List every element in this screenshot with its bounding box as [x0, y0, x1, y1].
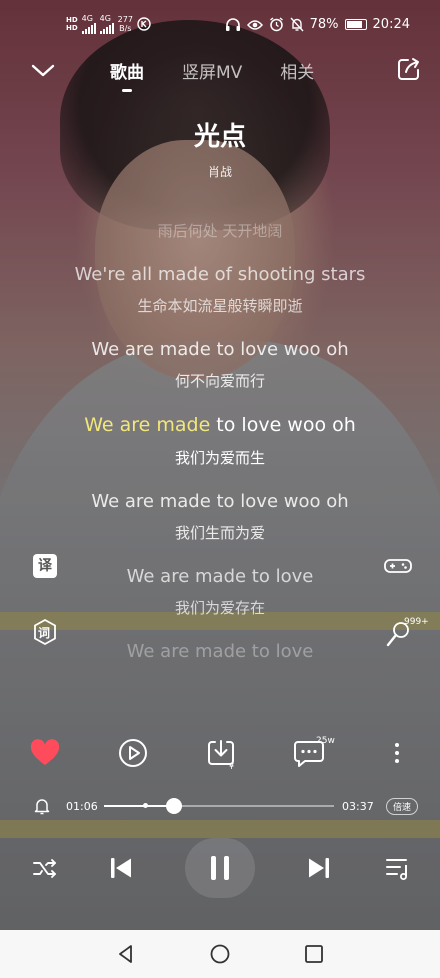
shuffle-icon[interactable]: [32, 855, 58, 881]
network-type: 4G: [81, 14, 93, 23]
tab-related[interactable]: 相关: [280, 58, 314, 83]
lyric-line: We are made to love woo oh: [91, 491, 349, 512]
lyric-translation: 我们为爱存在: [174, 599, 265, 617]
player-screen: HD HD 4G 4G 277 B/s 78% 20:24 歌曲 竖屏MV 相关…: [0, 0, 440, 930]
status-bar: HD HD 4G 4G 277 B/s 78% 20:24: [0, 0, 440, 52]
hd-icon: HD: [66, 24, 78, 32]
playlist-icon[interactable]: [384, 854, 412, 882]
hd-indicators: HD HD: [66, 16, 78, 32]
bell-off-icon: [290, 17, 304, 32]
signal-2: 4G: [99, 14, 114, 34]
signal-icon: [99, 23, 114, 34]
share-icon[interactable]: [396, 56, 422, 82]
headphones-icon: [225, 17, 240, 31]
progress-track[interactable]: [104, 798, 334, 814]
k-app-icon: [137, 17, 151, 31]
clock: 20:24: [372, 17, 410, 32]
lyrics-style-button[interactable]: 词: [31, 618, 59, 646]
lyric-line: We are made to love woo oh: [91, 339, 349, 360]
svg-text:¥: ¥: [229, 762, 234, 770]
status-left: HD HD 4G 4G 277 B/s: [66, 14, 151, 34]
progress-row: 01:06 03:37 倍速: [0, 796, 440, 818]
more-options-icon[interactable]: [380, 736, 414, 770]
lyric-line-current: We are made to love woo oh: [0, 414, 440, 436]
status-right: 78% 20:24: [225, 17, 410, 32]
mv-play-icon[interactable]: [116, 736, 150, 770]
lyrics-badge-label: 词: [38, 626, 51, 640]
battery-icon: [344, 19, 367, 30]
total-time: 03:37: [342, 800, 374, 813]
system-navigation-bar: [0, 930, 440, 978]
lyric-line: 雨后何处 天开地阔: [157, 222, 283, 240]
elapsed-time: 01:06: [66, 800, 98, 813]
play-pause-button[interactable]: [185, 838, 255, 898]
song-title: 光点: [193, 122, 246, 152]
translate-icon: 译: [33, 554, 57, 578]
pause-icon: [211, 856, 229, 880]
karaoke-count-badge: 999+: [404, 617, 429, 627]
tab-song[interactable]: 歌曲: [110, 58, 144, 83]
comment-count-badge: 25w: [316, 736, 335, 746]
download-icon[interactable]: ¥: [204, 736, 238, 770]
signal-1: 4G: [81, 14, 96, 34]
lyric-sung-part: We are made: [84, 414, 211, 436]
alarm-icon: [269, 17, 283, 32]
lyric-line: We are made to love: [126, 641, 314, 662]
net-speed-unit: B/s: [119, 24, 132, 33]
chevron-down-icon[interactable]: [30, 60, 56, 80]
progress-handle[interactable]: [165, 798, 182, 814]
battery-percent: 78%: [309, 17, 339, 32]
recents-icon[interactable]: [302, 942, 326, 966]
lyric-translation: 生命本如流星般转瞬即逝: [137, 297, 303, 315]
lyric-line: We're all made of shooting stars: [74, 264, 366, 285]
lyric-translation: 我们生而为爱: [174, 524, 265, 542]
lyric-translation-current: 我们为爱而生: [174, 449, 265, 467]
progress-marker: [143, 803, 149, 808]
net-speed-value: 277: [117, 15, 133, 24]
net-speed: 277 B/s: [118, 15, 133, 33]
translate-button[interactable]: 译: [33, 554, 61, 582]
eye-icon: [246, 19, 263, 30]
player-header: 歌曲 竖屏MV 相关: [0, 52, 440, 92]
transport-controls: [0, 838, 440, 898]
action-row: ¥ 25w: [0, 736, 440, 772]
lyric-unsung-part: to love woo oh: [210, 414, 356, 436]
game-button[interactable]: [384, 554, 412, 582]
tab-bar: 歌曲 竖屏MV 相关: [110, 58, 314, 83]
next-icon[interactable]: [306, 855, 332, 881]
song-artist[interactable]: 肖战: [0, 163, 440, 180]
home-icon[interactable]: [208, 942, 232, 966]
gamepad-icon: [384, 559, 412, 573]
hd-icon: HD: [66, 16, 78, 24]
playback-speed-button[interactable]: 倍速: [385, 798, 418, 815]
tab-vertical-mv[interactable]: 竖屏MV: [182, 58, 242, 83]
bell-icon[interactable]: [34, 797, 50, 815]
lyric-translation: 何不向爱而行: [174, 372, 265, 390]
network-type: 4G: [99, 14, 111, 23]
heart-icon[interactable]: [28, 736, 62, 770]
previous-icon[interactable]: [108, 855, 134, 881]
progress-fill: [104, 805, 174, 807]
lyric-line: We are made to love: [126, 566, 314, 587]
back-icon[interactable]: [114, 942, 138, 966]
signal-icon: [81, 23, 96, 34]
